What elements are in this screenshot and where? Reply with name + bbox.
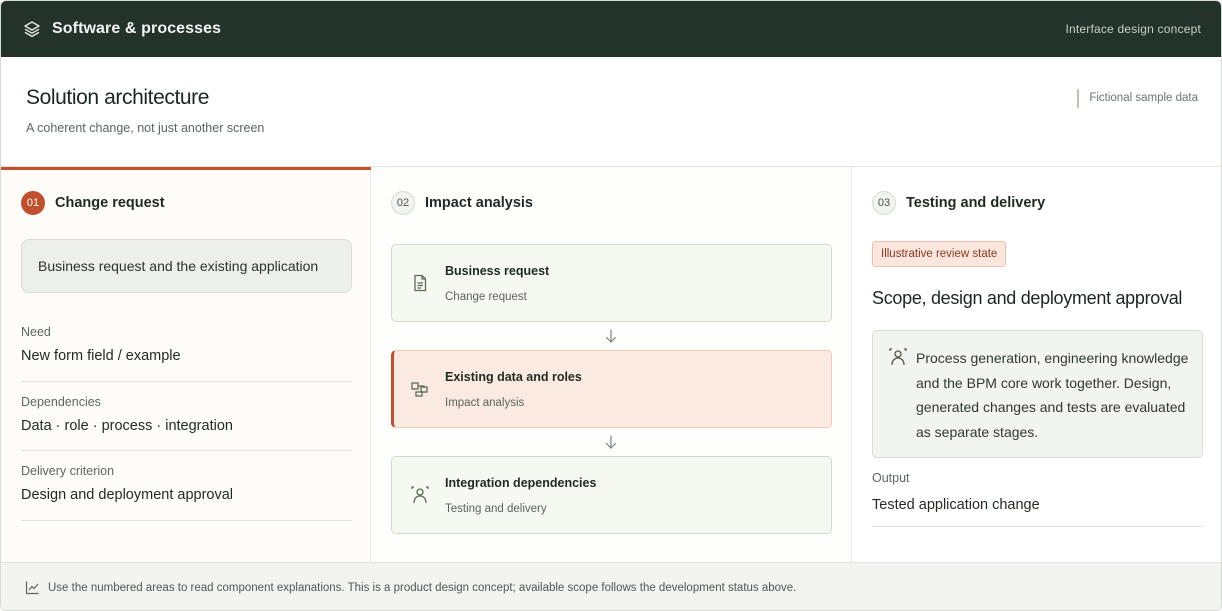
top-bar: Software & processes Interface design co… (1, 1, 1221, 57)
flow-card-existing-data[interactable]: Existing data and roles Impact analysis (391, 350, 832, 428)
footer-hint: Use the numbered areas to read component… (1, 562, 1221, 610)
field-need: Need New form field / example (21, 325, 352, 382)
layers-icon (23, 20, 41, 38)
concept-label: Interface design concept (1065, 22, 1201, 36)
field-value: Data · role · process · integration (21, 418, 233, 434)
page-title: Solution architecture (26, 86, 210, 109)
trend-chart-icon (25, 580, 40, 595)
field-delivery-criterion: Delivery criterion Design and deployment… (21, 464, 352, 521)
step-label: Impact analysis (425, 195, 533, 211)
step-header-change-request[interactable]: 01 Change request (21, 191, 165, 215)
explanation-note: Process generation, engineering knowledg… (872, 330, 1203, 458)
note-text: Process generation, engineering knowledg… (916, 350, 1189, 440)
field-value: New form field / example (21, 348, 181, 364)
field-label: Dependencies (21, 395, 101, 409)
document-icon (410, 273, 430, 293)
hierarchy-icon (410, 379, 430, 399)
field-value: Design and deployment approval (21, 487, 233, 503)
flow-card-business-request[interactable]: Business request Change request (391, 244, 832, 322)
sample-data-label: Fictional sample data (1077, 89, 1198, 108)
output-label: Output (872, 471, 910, 485)
arrow-down-icon (603, 434, 619, 450)
step-label: Testing and delivery (906, 195, 1046, 211)
testing-delivery-panel[interactable]: 03 Testing and delivery Illustrative rev… (852, 167, 1221, 562)
page-header: Solution architecture A coherent change,… (1, 57, 1221, 167)
output-value: Tested application change (872, 497, 1040, 513)
step-header-testing-delivery[interactable]: 03 Testing and delivery (872, 191, 1045, 215)
change-request-panel[interactable]: 01 Change request Business request and t… (1, 167, 371, 562)
step-number: 03 (872, 191, 896, 215)
card-title: Business request (445, 264, 550, 278)
flow-card-integration[interactable]: Integration dependencies Testing and del… (391, 456, 832, 534)
field-dependencies: Dependencies Data · role · process · int… (21, 395, 352, 451)
card-subtitle: Change request (445, 291, 527, 303)
impact-analysis-panel[interactable]: 02 Impact analysis Business request Chan… (371, 167, 852, 562)
card-subtitle: Testing and delivery (445, 503, 547, 515)
field-label: Delivery criterion (21, 464, 115, 478)
step-number: 01 (21, 191, 45, 215)
user-scan-icon (888, 347, 908, 367)
user-scan-icon (410, 485, 430, 505)
field-label: Need (21, 325, 51, 339)
request-summary: Business request and the existing applic… (21, 239, 352, 293)
step-header-impact-analysis[interactable]: 02 Impact analysis (391, 191, 533, 215)
active-step-indicator (1, 167, 371, 170)
app-title: Software & processes (52, 20, 222, 37)
footer-text: Use the numbered areas to read component… (48, 581, 797, 594)
step-label: Change request (55, 195, 165, 211)
scope-title: Scope, design and deployment approval (872, 288, 1183, 308)
status-badge: Illustrative review state (872, 241, 1007, 267)
step-number: 02 (391, 191, 415, 215)
app-frame: Software & processes Interface design co… (0, 0, 1222, 611)
card-title: Integration dependencies (445, 476, 597, 490)
card-title: Existing data and roles (445, 370, 582, 384)
card-subtitle: Impact analysis (445, 397, 525, 409)
page-subtitle: A coherent change, not just another scre… (26, 121, 265, 135)
output-field: Output Tested application change (872, 471, 1203, 527)
arrow-down-icon (603, 328, 619, 344)
